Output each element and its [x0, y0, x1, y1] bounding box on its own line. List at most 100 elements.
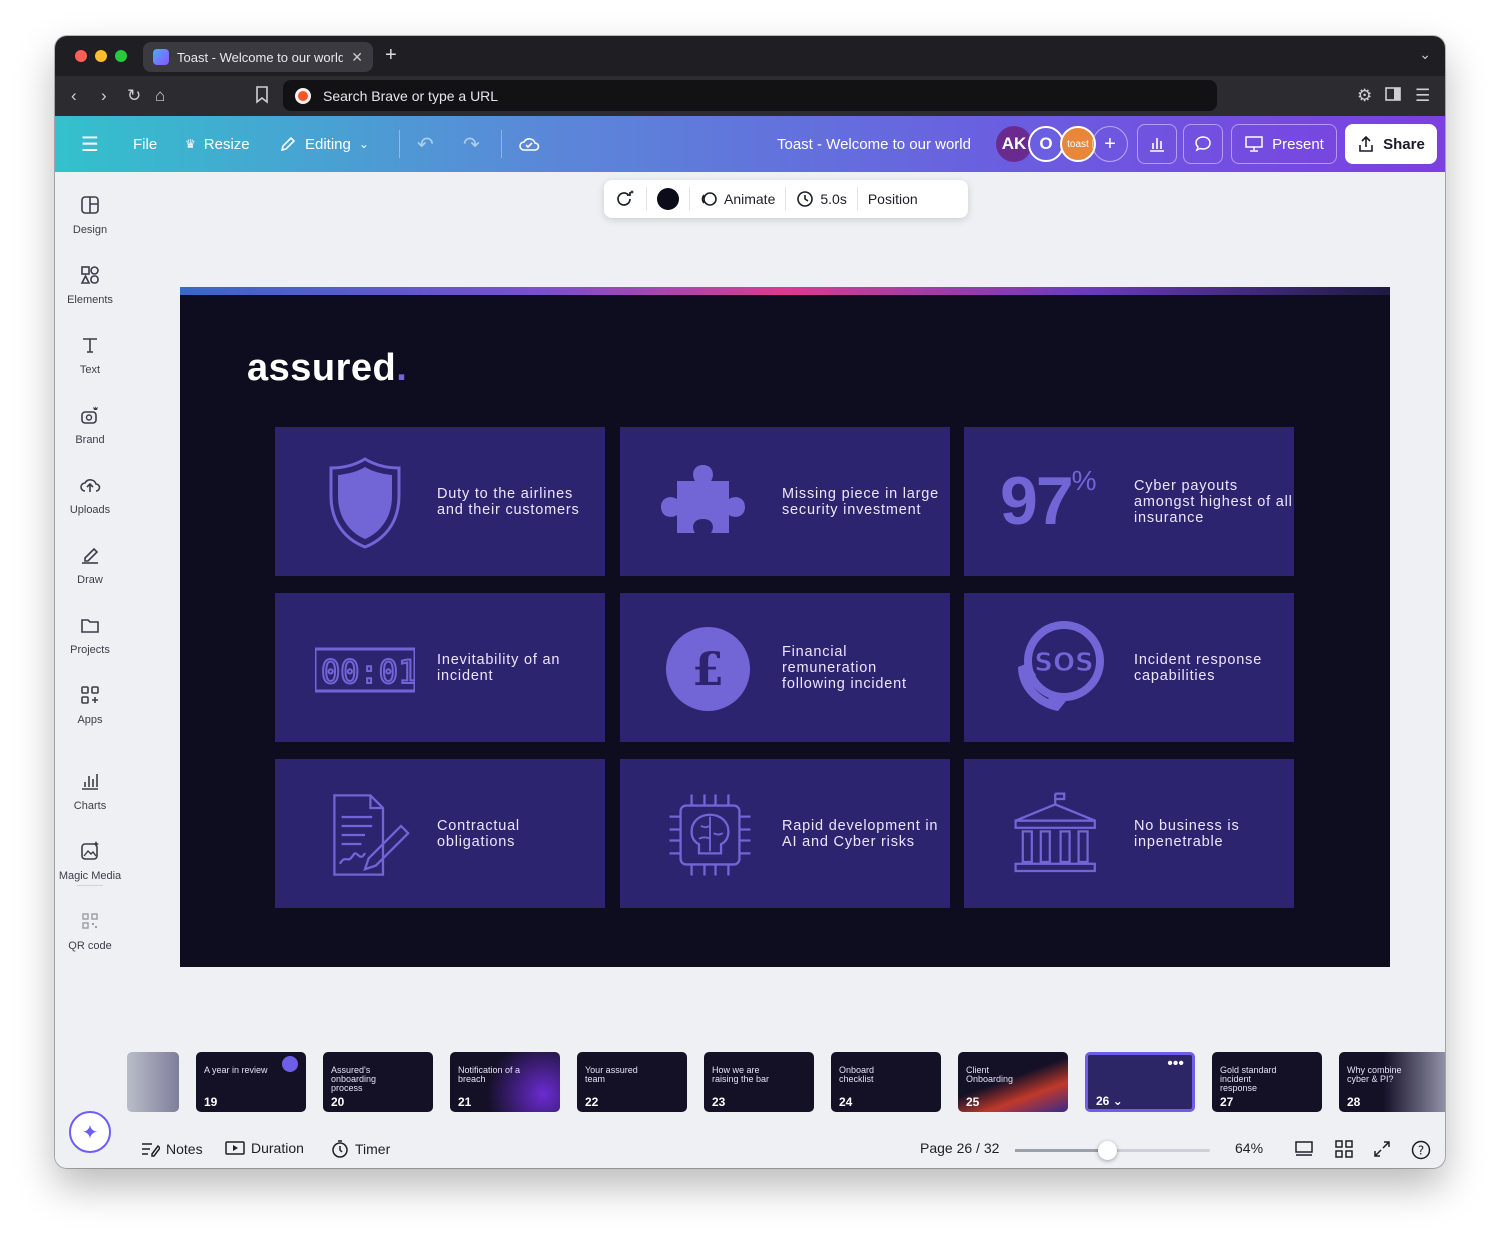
sidebar-item-projects[interactable]: Projects — [55, 614, 125, 656]
file-menu[interactable]: File — [133, 116, 157, 172]
sidebar-toggle-icon[interactable] — [1385, 86, 1401, 102]
page-indicator[interactable]: Page 26 / 32 — [920, 1140, 999, 1156]
thumbnail-title: How we are raising the bar — [712, 1065, 770, 1084]
sidebar-item-apps[interactable]: Apps — [55, 684, 125, 726]
sidebar-item-text[interactable]: Text — [55, 334, 125, 376]
page-thumbnails: A year in review 19 Assured's onboarding… — [127, 1050, 1445, 1114]
redo-icon[interactable]: ↷ — [463, 116, 480, 172]
page-thumbnail[interactable]: How we are raising the bar 23 — [704, 1052, 814, 1112]
info-card[interactable]: £ Financial remuneration following incid… — [620, 593, 950, 742]
resize-label: Resize — [203, 135, 250, 153]
brave-shield-icon[interactable] — [295, 87, 311, 104]
animate-button[interactable]: Animate — [690, 187, 787, 211]
zoom-slider-fill — [1015, 1149, 1107, 1152]
page-thumbnail[interactable]: Your assured team 22 — [577, 1052, 687, 1112]
more-options-icon[interactable]: ••• — [1167, 1055, 1184, 1073]
page-thumbnail-current[interactable]: ••• 26 ⌄ — [1085, 1052, 1195, 1112]
crown-icon: ♛ — [185, 137, 196, 151]
timer-button[interactable]: Timer — [331, 1140, 390, 1158]
thumbnail-title: Gold standard incident response — [1220, 1065, 1277, 1093]
avatar-o[interactable]: O — [1028, 126, 1064, 162]
animate-icon — [701, 192, 717, 206]
tab-favicon-icon — [153, 49, 169, 65]
stat-97-percent: 97% — [1000, 461, 1097, 541]
reload-icon[interactable]: ↻ — [127, 86, 141, 106]
minimize-window-icon[interactable] — [95, 50, 107, 62]
sidebar-item-elements[interactable]: Elements — [55, 264, 125, 306]
undo-icon[interactable]: ↶ — [417, 116, 434, 172]
info-card[interactable]: Contractual obligations — [275, 759, 605, 908]
avatar-toast[interactable]: toast — [1060, 126, 1096, 162]
maximize-window-icon[interactable] — [115, 50, 127, 62]
page-thumbnail[interactable]: Client Onboarding 25 — [958, 1052, 1068, 1112]
page-thumbnail[interactable]: Onboard checklist 24 — [831, 1052, 941, 1112]
share-button[interactable]: Share — [1345, 124, 1437, 164]
sidebar-item-draw[interactable]: Draw — [55, 544, 125, 586]
zoom-percentage[interactable]: 64% — [1235, 1140, 1263, 1156]
sidebar-item-charts[interactable]: Charts — [55, 770, 125, 812]
svg-text:£: £ — [692, 642, 724, 696]
slide-view-icon[interactable] — [1295, 1140, 1313, 1156]
main-menu-icon[interactable]: ☰ — [81, 116, 99, 172]
sidebar-item-design[interactable]: Design — [55, 194, 125, 236]
forward-icon[interactable]: › — [101, 86, 107, 106]
slide-canvas[interactable]: assured. Duty to the airlines and their … — [180, 287, 1390, 967]
notes-button[interactable]: Notes — [140, 1140, 203, 1158]
info-card[interactable]: 97% Cyber payouts amongst highest of all… — [964, 427, 1294, 576]
grid-view-icon[interactable] — [1335, 1140, 1353, 1158]
slide-gradient-bar — [180, 287, 1390, 295]
insights-button[interactable] — [1137, 124, 1177, 164]
info-card[interactable]: No business is inpenetrable — [964, 759, 1294, 908]
page-thumbnail[interactable]: Notification of a breach 21 — [450, 1052, 560, 1112]
ai-edit-button[interactable] — [604, 187, 647, 211]
color-picker-button[interactable] — [647, 187, 690, 211]
shapes-icon — [80, 266, 99, 284]
present-button[interactable]: Present — [1231, 124, 1337, 164]
extensions-icon[interactable]: ⚙ — [1357, 86, 1372, 106]
new-tab-icon[interactable]: + — [385, 44, 397, 67]
zoom-slider-handle[interactable] — [1097, 1141, 1117, 1160]
pound-coin-icon: £ — [666, 627, 750, 711]
page-thumbnail[interactable]: Assured's onboarding process 20 — [323, 1052, 433, 1112]
info-card[interactable]: Duty to the airlines and their customers — [275, 427, 605, 576]
address-bar[interactable]: Search Brave or type a URL — [283, 80, 1217, 111]
add-collaborator-icon[interactable]: + — [1092, 126, 1128, 162]
sidebar-item-magic-media[interactable]: Magic Media — [55, 840, 125, 882]
info-card[interactable]: 00:01 Inevitability of an incident — [275, 593, 605, 742]
home-icon[interactable]: ⌂ — [155, 86, 165, 106]
page-thumbnail[interactable]: Gold standard incident response 27 — [1212, 1052, 1322, 1112]
sidebar-item-uploads[interactable]: Uploads — [55, 474, 125, 516]
position-button[interactable]: Position — [858, 187, 928, 211]
browser-menu-icon[interactable]: ☰ — [1415, 86, 1430, 106]
document-title[interactable]: Toast - Welcome to our world — [777, 116, 971, 172]
info-card[interactable]: Rapid development in AI and Cyber risks — [620, 759, 950, 908]
tab-list-chevron-icon[interactable]: ⌄ — [1419, 46, 1431, 63]
browser-tab[interactable]: Toast - Welcome to our world ✕ — [143, 42, 373, 72]
info-card[interactable]: SOS Incident response capabilities — [964, 593, 1294, 742]
sidebar-item-label: Elements — [67, 294, 113, 306]
close-window-icon[interactable] — [75, 50, 87, 62]
sidebar-item-qr-code[interactable]: QR code — [55, 910, 125, 952]
help-icon[interactable]: ? — [1411, 1140, 1431, 1160]
zoom-slider[interactable] — [1015, 1141, 1210, 1160]
cloud-save-icon[interactable] — [518, 116, 540, 172]
close-tab-icon[interactable]: ✕ — [351, 49, 363, 66]
back-icon[interactable]: ‹ — [71, 86, 77, 106]
comments-button[interactable] — [1183, 124, 1223, 164]
page-thumbnail[interactable]: Why combine cyber & PI? 28 — [1339, 1052, 1445, 1112]
avatar-ak[interactable]: AK — [996, 126, 1032, 162]
duration-label: 5.0s — [820, 191, 847, 207]
page-thumbnail[interactable] — [127, 1052, 179, 1112]
bookmark-icon[interactable] — [255, 86, 269, 104]
sidebar-item-brand[interactable]: Brand — [55, 404, 125, 446]
thumbnail-number: 21 — [458, 1095, 472, 1109]
chevron-down-icon[interactable]: ⌄ — [1109, 1094, 1123, 1108]
duration-button[interactable]: Duration — [225, 1140, 304, 1156]
duration-button[interactable]: 5.0s — [786, 187, 858, 211]
resize-button[interactable]: ♛ Resize — [185, 116, 250, 172]
stat-unit: % — [1071, 465, 1097, 496]
fullscreen-icon[interactable] — [1373, 1140, 1391, 1158]
editing-mode-dropdown[interactable]: Editing ⌄ — [279, 116, 369, 172]
page-thumbnail[interactable]: A year in review 19 — [196, 1052, 306, 1112]
info-card[interactable]: Missing piece in large security investme… — [620, 427, 950, 576]
